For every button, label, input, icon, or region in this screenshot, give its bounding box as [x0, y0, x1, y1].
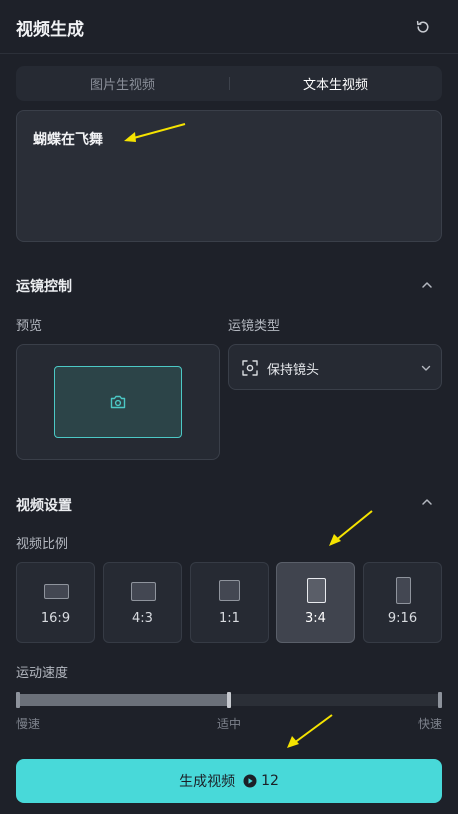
ratio-shape — [396, 577, 411, 604]
chevron-up-icon[interactable] — [420, 278, 434, 292]
chevron-down-icon — [421, 365, 431, 371]
chevron-up-icon[interactable] — [420, 495, 434, 509]
preview-frame[interactable] — [54, 366, 182, 438]
ratio-option-3-4[interactable]: 3:4 — [276, 562, 355, 643]
slider-tick-end — [438, 692, 442, 708]
video-generation-panel: 视频生成 图片生视频 文本生视频 蝴蝶在飞舞 运镜控制 预览 运镜类型 保持镜头… — [0, 0, 458, 814]
speed-fast-label: 快速 — [418, 717, 443, 731]
speed-label: 运动速度 — [16, 666, 69, 681]
panel-header: 视频生成 — [0, 0, 458, 54]
camera-type-value: 保持镜头 — [267, 363, 320, 378]
ratio-option-1-1[interactable]: 1:1 — [190, 562, 269, 643]
generate-button-label: 生成视频 — [179, 774, 236, 790]
ratio-option-16-9[interactable]: 16:9 — [16, 562, 95, 643]
camera-type-label: 运镜类型 — [228, 319, 281, 334]
ratio-option-label: 1:1 — [219, 611, 240, 626]
preview-label: 预览 — [16, 319, 43, 334]
prompt-input[interactable]: 蝴蝶在飞舞 — [16, 110, 442, 242]
ratio-shape — [131, 582, 156, 601]
annotation-arrow — [287, 714, 333, 748]
speed-slider[interactable] — [16, 692, 442, 708]
play-credit-icon — [243, 774, 257, 788]
ratio-option-label: 16:9 — [40, 611, 71, 626]
mode-tabs: 图片生视频 文本生视频 — [16, 66, 442, 101]
generate-cost: 12 — [261, 773, 279, 789]
speed-slow-label: 慢速 — [16, 717, 41, 731]
tab-text-to-video[interactable]: 文本生视频 — [229, 66, 442, 101]
speed-medium-label: 适中 — [217, 717, 242, 731]
ratio-option-label: 3:4 — [305, 611, 326, 626]
video-settings-title: 视频设置 — [16, 498, 72, 514]
ratio-shape — [44, 584, 69, 599]
ratio-option-4-3[interactable]: 4:3 — [103, 562, 182, 643]
ratio-option-label: 9:16 — [387, 611, 418, 626]
generate-video-button[interactable]: 生成视频 12 — [16, 759, 442, 803]
camera-type-select[interactable]: 保持镜头 — [228, 344, 442, 390]
ratio-shape — [219, 580, 240, 601]
ratio-option-label: 4:3 — [132, 611, 153, 626]
slider-handle[interactable] — [227, 692, 231, 708]
reset-button[interactable] — [412, 16, 434, 38]
ratio-label: 视频比例 — [16, 537, 69, 552]
ratio-shape — [307, 578, 326, 603]
refresh-icon — [416, 20, 429, 33]
panel-title: 视频生成 — [16, 20, 84, 40]
ratio-option-9-16[interactable]: 9:16 — [363, 562, 442, 643]
slider-fill — [16, 694, 227, 706]
preview-box — [16, 344, 220, 460]
focus-frame-icon — [242, 360, 258, 376]
tab-image-to-video[interactable]: 图片生视频 — [16, 66, 229, 101]
camera-icon — [110, 395, 126, 409]
annotation-arrow — [329, 510, 373, 546]
camera-control-title: 运镜控制 — [16, 279, 72, 295]
slider-tick-start — [16, 692, 20, 708]
